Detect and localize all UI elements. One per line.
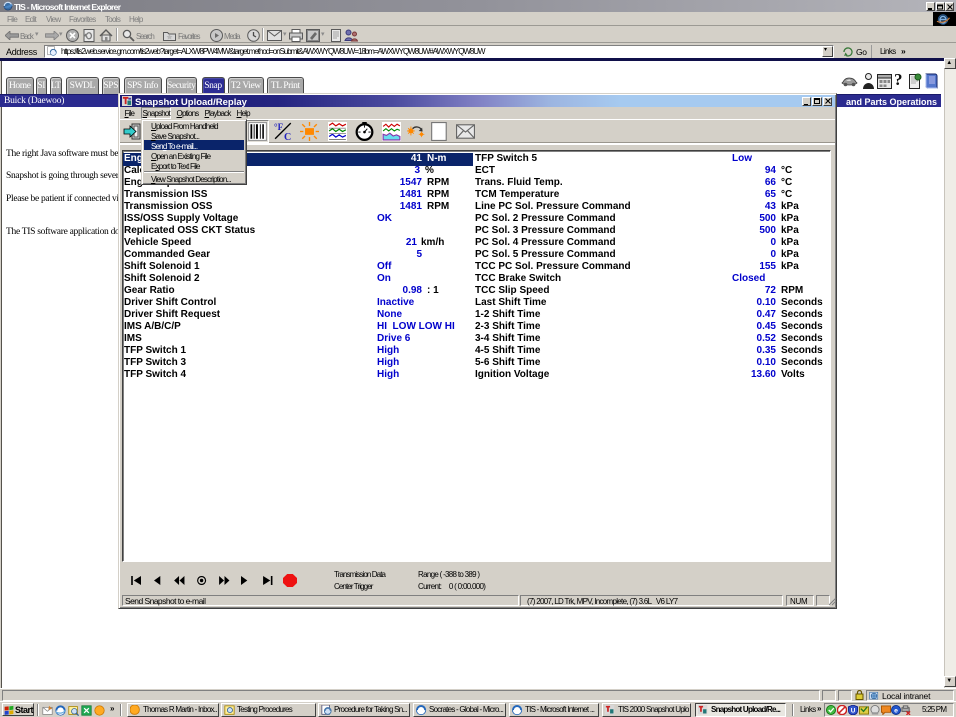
svg-text:°F: °F bbox=[274, 122, 284, 132]
svg-text:U: U bbox=[851, 707, 856, 714]
svg-text:e: e bbox=[894, 707, 898, 714]
svg-text:C: C bbox=[284, 132, 291, 141]
